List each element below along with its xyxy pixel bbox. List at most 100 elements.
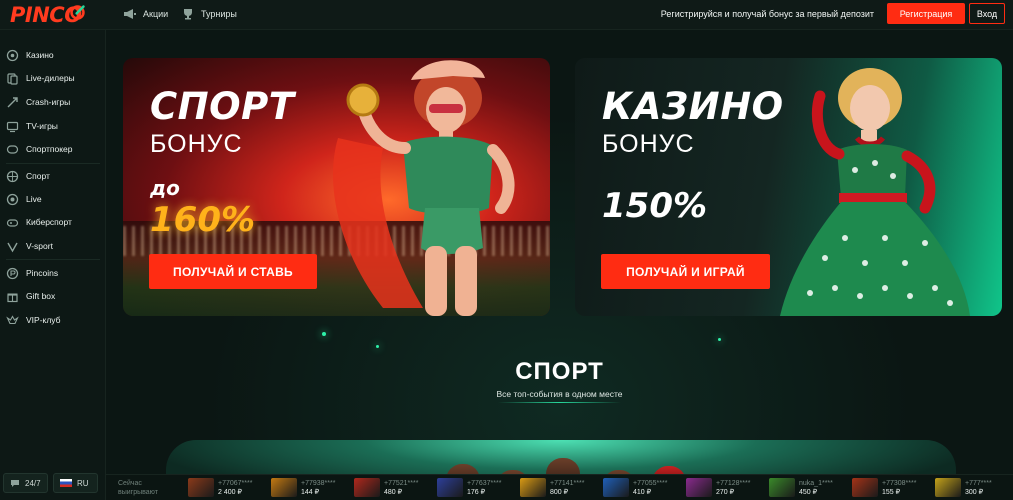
sidebar: Казино Live-дилеры Crash-игры TV-игры Сп… [0,30,106,500]
sidebar-item-vip[interactable]: VIP-клуб [6,311,61,329]
pincoins-icon [6,267,19,280]
win-info: +77521**** 480 ₽ [384,479,418,497]
sidebar-item-label: Crash-игры [26,97,71,107]
sport-banner-title: СПОРТ [150,85,295,128]
sport-icon [6,170,19,183]
game-thumbnail[interactable] [354,478,380,497]
win-item[interactable]: +77055**** 410 ₽ [603,478,667,497]
sidebar-item-tv[interactable]: TV-игры [6,117,58,135]
win-info: +77128**** 270 ₽ [716,479,750,497]
glow-particle [322,332,326,336]
win-item[interactable]: +77141**** 800 ₽ [520,478,584,497]
win-item[interactable]: nuka_1**** 450 ₽ [769,478,833,497]
ticker-label-line2: выигрывают [118,489,158,496]
sidebar-item-label: VIP-клуб [26,315,61,325]
sidebar-item-label: Спорт [26,171,50,181]
sidebar-item-label: Киберспорт [26,217,72,227]
win-amount: 176 ₽ [467,488,486,496]
game-thumbnail[interactable] [686,478,712,497]
game-thumbnail[interactable] [271,478,297,497]
sidebar-item-gift[interactable]: Gift box [6,287,55,305]
sidebar-item-sportpoker[interactable]: Спортпокер [6,140,73,158]
promo-link[interactable]: Акции [123,8,168,20]
game-thumbnail[interactable] [769,478,795,497]
game-thumbnail[interactable] [935,478,961,497]
win-info: +77637**** 176 ₽ [467,479,501,497]
casino-banner-percent: 150% [602,186,708,226]
sidebar-item-label: Live [26,194,42,204]
win-user: +77637**** [467,479,502,487]
register-prompt: Регистрируйся и получай бонус за первый … [660,9,874,19]
sidebar-item-crash[interactable]: Crash-игры [6,93,70,111]
trophy-icon [184,9,192,20]
win-amount: 144 ₽ [301,488,320,496]
casino-banner-title: КАЗИНО [602,85,784,128]
promo-label: Акции [143,9,169,19]
sidebar-item-label: TV-игры [26,121,58,131]
win-user: +77308**** [882,479,917,487]
support-button[interactable]: 24/7 [3,473,48,493]
sidebar-item-live[interactable]: Live [6,190,42,208]
casino-bonus-button[interactable]: ПОЛУЧАЙ И ИГРАЙ [601,254,770,289]
game-thumbnail[interactable] [437,478,463,497]
win-info: +77308**** 155 ₽ [882,479,916,497]
ticker-label-line1: Сейчас [118,480,142,487]
win-user: +77128**** [716,479,751,487]
vip-icon [6,314,19,327]
live-dealers-icon [6,72,19,85]
gift-icon [6,290,19,303]
sidebar-item-vsport[interactable]: V-sport [6,237,53,255]
sport-banner-subtitle: БОНУС [150,130,243,158]
win-item[interactable]: +77938**** 144 ₽ [271,478,335,497]
sport-bonus-button[interactable]: ПОЛУЧАЙ И СТАВЬ [149,254,317,289]
sidebar-item-casino[interactable]: Казино [6,46,54,64]
win-item[interactable]: +77067**** 2 400 ₽ [188,478,252,497]
section-underline [498,402,621,403]
sidebar-item-pincoins[interactable]: Pincoins [6,264,58,282]
win-info: nuka_1**** 450 ₽ [799,479,833,497]
win-amount: 300 ₽ [965,488,984,496]
win-item[interactable]: +77521**** 480 ₽ [354,478,418,497]
sidebar-item-sport[interactable]: Спорт [6,167,50,185]
register-button[interactable]: Регистрация [887,3,965,24]
sidebar-item-label: Pincoins [26,268,59,278]
sidebar-item-label: Казино [26,50,54,60]
win-item[interactable]: +77308**** 155 ₽ [852,478,916,497]
win-item[interactable]: +777**** 300 ₽ [935,478,992,497]
win-user: +77141**** [550,479,585,487]
language-selector[interactable]: RU [53,473,98,493]
win-amount: 450 ₽ [799,488,818,496]
sidebar-item-esports[interactable]: Киберспорт [6,213,72,231]
win-item[interactable]: +77128**** 270 ₽ [686,478,750,497]
tournaments-link[interactable]: Турниры [181,8,237,20]
sport-bonus-banner[interactable]: СПОРТ БОНУС до 160% ПОЛУЧАЙ И СТАВЬ [123,58,550,316]
sidebar-item-label: Спортпокер [26,144,73,154]
sidebar-item-label: Gift box [26,291,56,301]
glow-particle [718,338,721,341]
game-thumbnail[interactable] [188,478,214,497]
game-thumbnail[interactable] [852,478,878,497]
support-label: 24/7 [25,478,41,488]
sidebar-item-live-dealers[interactable]: Live-дилеры [6,69,75,87]
sport-section-title: СПОРТ [515,358,604,385]
game-thumbnail[interactable] [520,478,546,497]
esports-icon [6,216,19,229]
glow-particle [376,345,379,348]
login-button[interactable]: Вход [969,3,1005,24]
win-user: nuka_1**** [799,479,833,487]
win-info: +77938**** 144 ₽ [301,479,335,497]
sport-banner-percent: 160% [150,200,256,240]
tv-icon [6,120,19,133]
casino-bonus-banner[interactable]: КАЗИНО БОНУС 150% ПОЛУЧАЙ И ИГРАЙ [575,58,1002,316]
win-user: +777**** [965,479,992,487]
sport-section-subtitle: Все топ-события в одном месте [496,389,623,399]
win-amount: 410 ₽ [633,488,652,496]
win-user: +77067**** [218,479,253,487]
win-item[interactable]: +77637**** 176 ₽ [437,478,501,497]
game-thumbnail[interactable] [603,478,629,497]
win-info: +77067**** 2 400 ₽ [218,479,252,497]
win-user: +77938**** [301,479,336,487]
wins-ticker: Сейчас выигрывают +77067**** 2 400 ₽ +7793… [106,474,1013,500]
megaphone-icon [124,9,136,19]
sportpoker-icon [6,143,19,156]
